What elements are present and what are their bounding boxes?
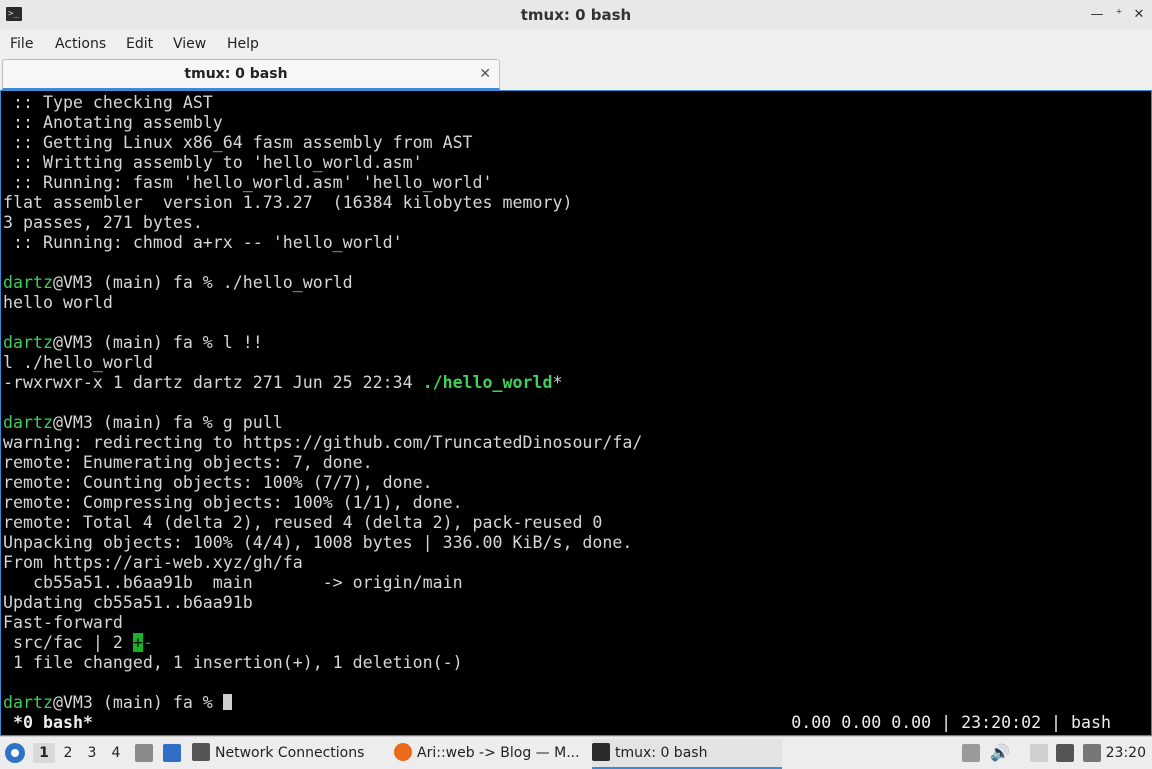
terminal-line: :: Running: fasm 'hello_world.asm' 'hell… <box>3 173 493 192</box>
workspace-3[interactable]: 3 <box>81 743 103 763</box>
task-network-connections[interactable]: Network Connections <box>192 739 382 767</box>
tmux-status-bar: *0 bash* 0.00 0.00 0.00 | 23:20:02 | bas… <box>3 713 1149 733</box>
network-tray-icon[interactable] <box>1056 744 1074 762</box>
menu-file[interactable]: File <box>10 34 33 54</box>
menu-help[interactable]: Help <box>227 34 259 54</box>
prompt-text: @VM3 (main) fa % g pull <box>52 413 283 432</box>
menu-view[interactable]: View <box>173 34 206 54</box>
tab-label: tmux: 0 bash <box>184 66 288 82</box>
terminal-output: :: Type checking AST :: Anotating assemb… <box>3 93 642 713</box>
window-titlebar: >_ tmux: 0 bash — ⁺ ✕ <box>0 0 1152 31</box>
taskbar: 1 2 3 4 Network Connections Ari::web -> … <box>0 736 1152 769</box>
clipboard-icon[interactable] <box>1030 744 1048 762</box>
volume-icon[interactable]: 🔊 <box>990 744 1010 762</box>
workspace-2[interactable]: 2 <box>57 743 79 763</box>
terminal-line: cb55a51..b6aa91b main -> origin/main <box>3 573 463 592</box>
terminal-line: remote: Enumerating objects: 7, done. <box>3 453 373 472</box>
menu-actions[interactable]: Actions <box>55 34 106 54</box>
terminal-line: Updating cb55a51..b6aa91b <box>3 593 253 612</box>
menu-edit[interactable]: Edit <box>126 34 153 54</box>
terminal-line: Fast-forward <box>3 613 123 632</box>
terminal-line: 3 passes, 271 bytes. <box>3 213 203 232</box>
close-icon[interactable]: ✕ <box>479 60 491 88</box>
tmux-window-list[interactable]: *0 bash* <box>13 713 93 733</box>
terminal-line: flat assembler version 1.73.27 (16384 ki… <box>3 193 573 212</box>
terminal-line: From https://ari-web.xyz/gh/fa <box>3 553 303 572</box>
terminal-line: remote: Total 4 (delta 2), reused 4 (del… <box>3 513 603 532</box>
firefox-icon <box>394 743 412 761</box>
executable-file-name: ./hello_world <box>422 373 553 392</box>
ls-output-line: -rwxrwxr-x 1 dartz dartz 271 Jun 25 22:3… <box>3 373 642 393</box>
diff-minus: - <box>142 633 153 652</box>
terminal-line: :: Type checking AST <box>3 93 213 112</box>
minimize-button[interactable]: — <box>1088 6 1106 24</box>
terminal-icon <box>592 743 610 761</box>
workspace-1[interactable]: 1 <box>33 743 55 763</box>
prompt-line: dartz@VM3 (main) fa % <box>3 693 642 713</box>
task-firefox[interactable]: Ari::web -> Blog — M... <box>394 739 584 767</box>
prompt-text: @VM3 (main) fa % ./hello_world <box>52 273 353 292</box>
terminal-line: l ./hello_world <box>3 353 153 372</box>
terminal-line: :: Getting Linux x86_64 fasm assembly fr… <box>3 133 473 152</box>
menu-bar: File Actions Edit View Help <box>0 30 1152 57</box>
diffstat-text: src/fac | 2 <box>3 633 133 652</box>
diffstat-line: src/fac | 2 +- <box>3 633 642 653</box>
close-button[interactable]: ✕ <box>1130 6 1148 24</box>
prompt-text: @VM3 (main) fa % <box>52 693 223 712</box>
window-title: tmux: 0 bash <box>520 6 632 24</box>
task-tmux-bash[interactable]: tmux: 0 bash <box>592 739 782 769</box>
clock[interactable]: 23:20 <box>1106 737 1146 769</box>
file-manager-icon[interactable] <box>135 744 153 762</box>
prompt-user: dartz <box>3 413 53 432</box>
terminal-line: :: Writting assembly to 'hello_world.asm… <box>3 153 423 172</box>
tmux-status-right: 0.00 0.00 0.00 | 23:20:02 | bash <box>791 713 1111 732</box>
maximize-button[interactable]: ⁺ <box>1110 6 1128 24</box>
terminal-line: :: Running: chmod a+rx -- 'hello_world' <box>3 233 403 252</box>
diff-plus: + <box>132 633 143 652</box>
prompt-line: dartz@VM3 (main) fa % ./hello_world <box>3 273 642 293</box>
task-label: Ari::web -> Blog — M... <box>417 745 580 761</box>
text-cursor <box>222 694 232 710</box>
prompt-user: dartz <box>3 273 53 292</box>
prompt-user: dartz <box>3 693 53 712</box>
start-menu-icon[interactable] <box>5 743 25 763</box>
display-icon[interactable] <box>1083 744 1101 762</box>
network-icon <box>192 743 210 761</box>
ls-details: -rwxrwxr-x 1 dartz dartz 271 Jun 25 22:3… <box>3 373 423 392</box>
tray-upload-icon[interactable] <box>962 744 980 762</box>
prompt-text: @VM3 (main) fa % l !! <box>52 333 263 352</box>
tab-tmux-bash[interactable]: tmux: 0 bash ✕ <box>2 59 500 90</box>
task-label: tmux: 0 bash <box>615 745 708 761</box>
terminal-line: Unpacking objects: 100% (4/4), 1008 byte… <box>3 533 633 552</box>
task-label: Network Connections <box>215 745 365 761</box>
tab-bar: tmux: 0 bash ✕ <box>0 57 1152 90</box>
prompt-line: dartz@VM3 (main) fa % g pull <box>3 413 642 433</box>
terminal-line: :: Anotating assembly <box>3 113 223 132</box>
terminal-line: remote: Counting objects: 100% (7/7), do… <box>3 473 433 492</box>
terminal-line: warning: redirecting to https://github.c… <box>3 433 643 452</box>
show-desktop-icon[interactable] <box>163 744 181 762</box>
terminal-line: hello world <box>3 293 113 312</box>
terminal-line: 1 file changed, 1 insertion(+), 1 deleti… <box>3 653 463 672</box>
executable-marker: * <box>552 373 563 392</box>
terminal-view[interactable]: :: Type checking AST :: Anotating assemb… <box>0 90 1152 736</box>
terminal-line: remote: Compressing objects: 100% (1/1),… <box>3 493 463 512</box>
prompt-line: dartz@VM3 (main) fa % l !! <box>3 333 642 353</box>
workspace-4[interactable]: 4 <box>105 743 127 763</box>
prompt-user: dartz <box>3 333 53 352</box>
